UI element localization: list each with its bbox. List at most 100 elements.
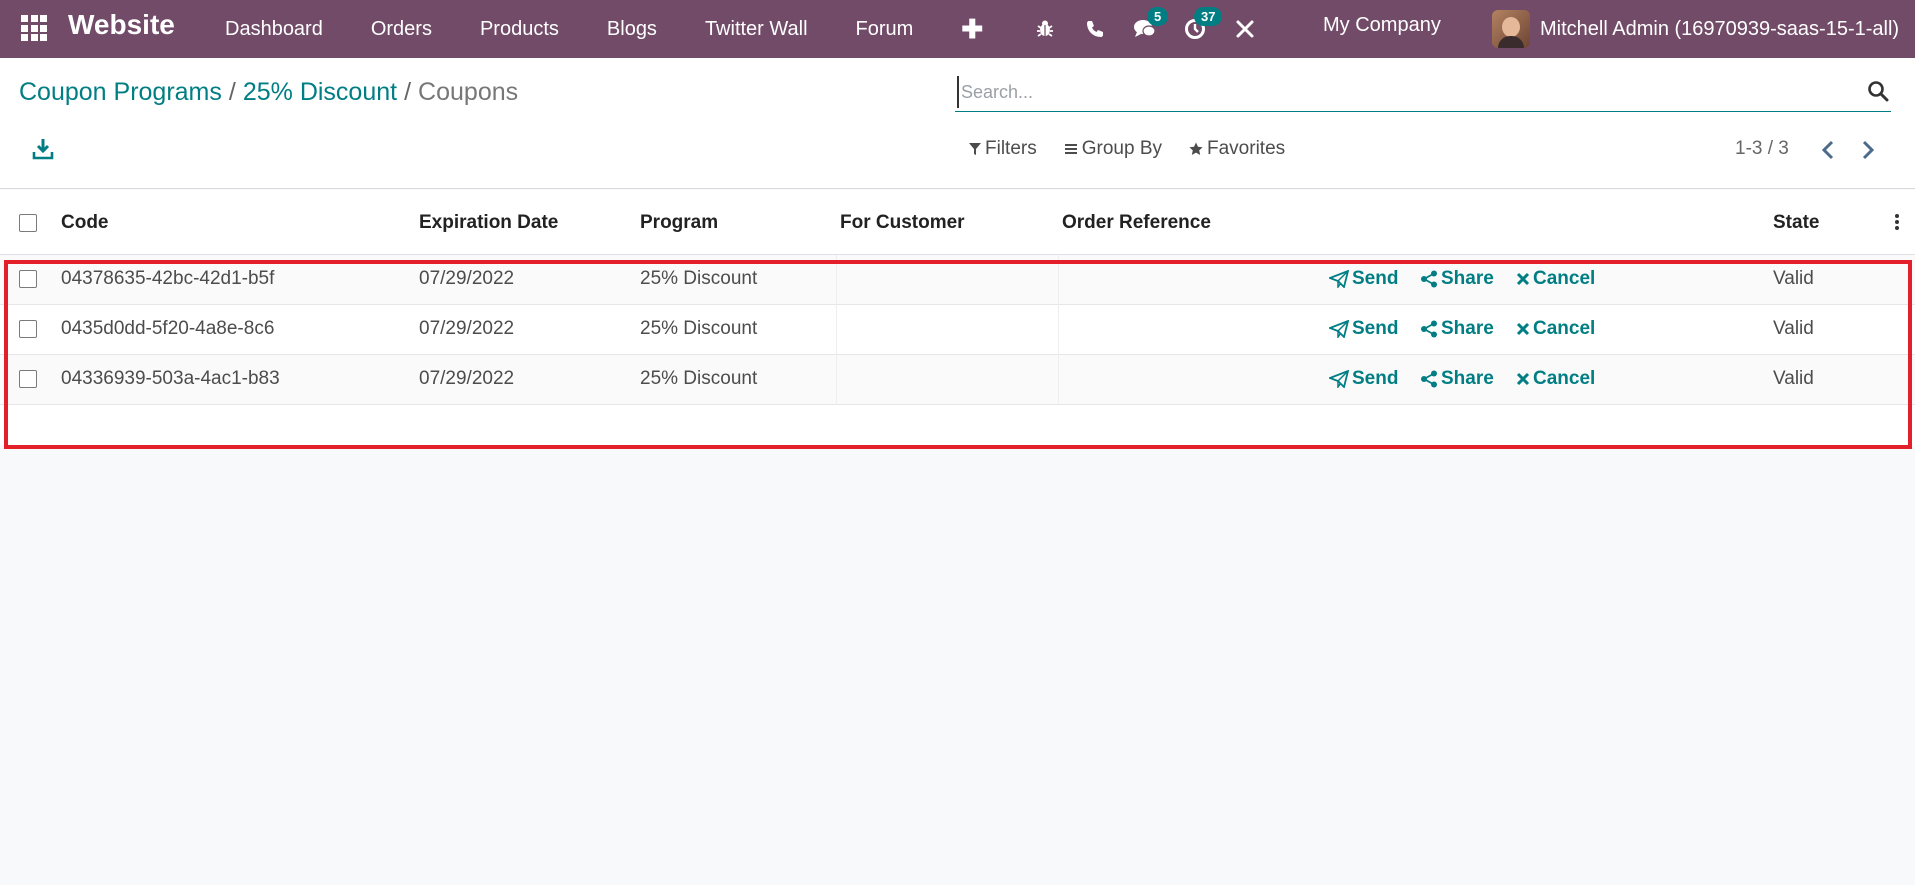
page-title: Coupons (418, 78, 519, 106)
app-brand[interactable]: Website (68, 9, 175, 41)
messages-icon[interactable]: 5 (1120, 0, 1170, 58)
close-icon (1516, 322, 1530, 336)
row-checkbox[interactable] (19, 270, 37, 288)
column-program[interactable]: Program (640, 212, 718, 234)
menu-twitter-wall[interactable]: Twitter Wall (681, 0, 832, 58)
favorites-button[interactable]: Favorites (1189, 138, 1285, 160)
share-label: Share (1441, 318, 1494, 339)
cancel-label: Cancel (1533, 368, 1596, 389)
breadcrumb-coupon-programs[interactable]: Coupon Programs (19, 78, 222, 107)
table-filler (0, 405, 1915, 445)
column-code[interactable]: Code (61, 212, 109, 234)
coupon-code: 04336939-503a-4ac1-b83 (61, 368, 280, 389)
coupon-code: 04378635-42bc-42d1-b5f (61, 268, 275, 289)
group-by-label: Group By (1081, 138, 1162, 159)
menu-products[interactable]: Products (456, 0, 583, 58)
filter-icon (969, 143, 981, 155)
chevron-right-icon (1862, 140, 1875, 160)
state-value: Valid (1773, 368, 1814, 389)
control-panel: Coupon Programs / 25% Discount / Coupons… (0, 58, 1915, 189)
activities-icon[interactable]: 37 (1170, 0, 1223, 58)
share-label: Share (1441, 368, 1494, 389)
user-name: Mitchell Admin (16970939-saas-15-1-all) (1540, 17, 1900, 40)
optional-columns-icon[interactable] (1890, 211, 1904, 233)
send-label: Send (1352, 268, 1399, 289)
menu-forum[interactable]: Forum (832, 0, 938, 58)
close-icon (1516, 372, 1530, 386)
star-icon (1189, 142, 1203, 155)
pager-next-button[interactable] (1856, 138, 1880, 162)
expiration-date: 07/29/2022 (419, 368, 515, 389)
table-body: 04378635-42bc-42d1-b5f 07/29/2022 25% Di… (0, 255, 1915, 445)
avatar (1492, 10, 1530, 48)
filters-label: Filters (985, 138, 1037, 159)
state-value: Valid (1773, 268, 1814, 289)
breadcrumb-25-discount[interactable]: 25% Discount (243, 78, 397, 107)
send-button[interactable]: Send (1329, 318, 1398, 340)
paper-plane-icon (1329, 270, 1349, 288)
filters-button[interactable]: Filters (969, 138, 1037, 160)
expiration-date: 07/29/2022 (419, 268, 515, 289)
cancel-label: Cancel (1533, 318, 1596, 339)
table-row[interactable]: 0435d0dd-5f20-4a8e-8c6 07/29/2022 25% Di… (0, 305, 1915, 355)
systray: 5 37 (1020, 0, 1270, 58)
bug-icon[interactable] (1020, 0, 1070, 58)
chevron-left-icon (1821, 140, 1834, 160)
main-menu: Dashboard Orders Products Blogs Twitter … (201, 0, 1007, 58)
menu-dashboard[interactable]: Dashboard (201, 0, 347, 58)
select-all-checkbox[interactable] (19, 214, 37, 232)
share-label: Share (1441, 268, 1494, 289)
row-checkbox[interactable] (19, 320, 37, 338)
activities-badge: 37 (1194, 7, 1223, 26)
table-header: Code Expiration Date Program For Custome… (0, 190, 1915, 255)
breadcrumb-separator: / (404, 78, 412, 106)
share-icon (1421, 370, 1437, 388)
row-checkbox[interactable] (19, 370, 37, 388)
breadcrumb-separator: / (228, 78, 236, 106)
share-button[interactable]: Share (1420, 268, 1494, 290)
paper-plane-icon (1329, 370, 1349, 388)
search-options: Filters Group By Favorites (969, 138, 1312, 160)
cancel-button[interactable]: Cancel (1516, 268, 1595, 290)
search-input[interactable] (957, 76, 1837, 108)
coupon-list: Code Expiration Date Program For Custome… (0, 190, 1915, 445)
group-by-icon (1064, 144, 1077, 154)
pager-value[interactable]: 1-3 / 3 (1735, 138, 1789, 160)
phone-icon[interactable] (1070, 0, 1120, 58)
share-button[interactable]: Share (1420, 368, 1494, 390)
company-switcher[interactable]: My Company (1323, 14, 1441, 37)
tools-icon[interactable] (1220, 0, 1270, 58)
close-icon (1516, 272, 1530, 286)
download-icon[interactable] (30, 136, 56, 162)
breadcrumb: Coupon Programs / 25% Discount / Coupons (19, 78, 518, 107)
menu-blogs[interactable]: Blogs (583, 0, 681, 58)
column-order-reference[interactable]: Order Reference (1062, 212, 1211, 234)
share-icon (1421, 320, 1437, 338)
messages-badge: 5 (1147, 7, 1169, 26)
send-label: Send (1352, 368, 1399, 389)
menu-orders[interactable]: Orders (347, 0, 456, 58)
cancel-button[interactable]: Cancel (1516, 368, 1595, 390)
top-navbar: Website Dashboard Orders Products Blogs … (0, 0, 1915, 58)
send-button[interactable]: Send (1329, 368, 1398, 390)
apps-menu-icon[interactable] (18, 12, 47, 41)
program-name: 25% Discount (640, 268, 758, 289)
program-name: 25% Discount (640, 318, 758, 339)
send-button[interactable]: Send (1329, 268, 1398, 290)
pager-previous-button[interactable] (1816, 138, 1840, 162)
plus-icon[interactable]: ✚ (937, 0, 1007, 58)
group-by-button[interactable]: Group By (1064, 138, 1162, 160)
cancel-button[interactable]: Cancel (1516, 318, 1595, 340)
column-expiration-date[interactable]: Expiration Date (419, 212, 558, 234)
table-row[interactable]: 04378635-42bc-42d1-b5f 07/29/2022 25% Di… (0, 255, 1915, 305)
share-icon (1421, 270, 1437, 288)
program-name: 25% Discount (640, 368, 758, 389)
column-for-customer[interactable]: For Customer (840, 212, 965, 234)
share-button[interactable]: Share (1420, 318, 1494, 340)
state-value: Valid (1773, 318, 1814, 339)
user-menu[interactable]: Mitchell Admin (16970939-saas-15-1-all) (1492, 0, 1899, 58)
column-state[interactable]: State (1773, 212, 1819, 234)
search-icon[interactable] (1867, 80, 1889, 102)
search-bar (955, 74, 1891, 112)
table-row[interactable]: 04336939-503a-4ac1-b83 07/29/2022 25% Di… (0, 355, 1915, 405)
